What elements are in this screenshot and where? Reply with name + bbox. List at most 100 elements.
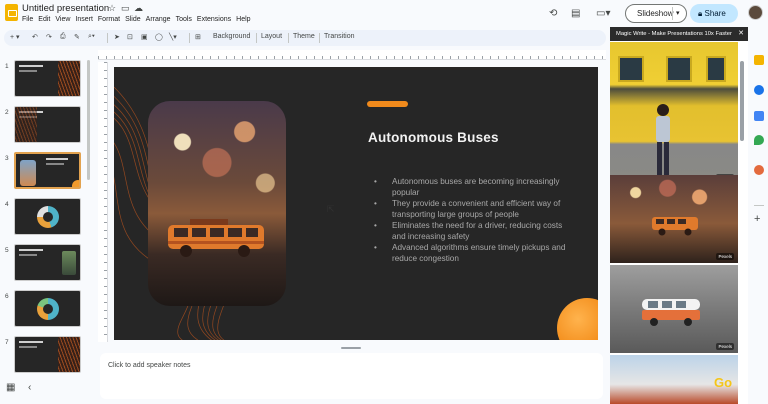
new-slide-icon[interactable]: + ▾ xyxy=(10,33,20,41)
person-figure xyxy=(656,104,670,176)
text-box-icon[interactable]: ⊡ xyxy=(127,33,133,41)
menu-arrange[interactable]: Arrange xyxy=(146,16,171,23)
menu-bar: File Edit View Insert Format Slide Arrange Tool… xyxy=(22,16,256,23)
share-label: Share xyxy=(704,9,726,18)
video-call-icon[interactable]: ▭▾ xyxy=(596,8,610,19)
result-source-tag: Pexels xyxy=(716,343,734,350)
select-icon[interactable]: ➤ xyxy=(114,33,120,41)
comment-icon[interactable]: ▤ xyxy=(571,8,580,19)
image-result[interactable]: Pexels xyxy=(610,42,738,184)
image-result[interactable]: Go xyxy=(610,355,738,404)
image-icon[interactable]: ▣ xyxy=(141,33,148,41)
horizontal-ruler xyxy=(98,50,606,60)
result-source-tag: Pexels xyxy=(716,253,734,260)
cloud-icon[interactable]: ☁ xyxy=(134,3,143,14)
history-icon[interactable]: ⟲ xyxy=(549,8,557,19)
slide-number: 6 xyxy=(5,293,9,300)
panel-title: Magic Write - Make Presentations 10x Fas… xyxy=(616,31,732,37)
menu-format[interactable]: Format xyxy=(98,16,120,23)
panel-scrollbar[interactable] xyxy=(740,61,744,141)
undo-icon[interactable]: ↶ xyxy=(32,33,38,41)
bullet-item: Eliminates the need for a driver, reduci… xyxy=(374,220,574,242)
shape-icon[interactable]: ◯ xyxy=(155,33,163,41)
slide-bullets[interactable]: Autonomous buses are becoming increasing… xyxy=(374,176,574,264)
slide-number: 3 xyxy=(5,155,9,162)
menu-extensions[interactable]: Extensions xyxy=(197,16,231,23)
slide-canvas[interactable]: Autonomous Buses Autonomous buses are be… xyxy=(114,67,598,340)
slide-thumbnail[interactable] xyxy=(14,336,81,373)
tasks-icon[interactable] xyxy=(754,85,764,95)
bus-window xyxy=(706,56,726,82)
document-title[interactable]: Untitled presentation xyxy=(22,3,109,14)
theme-button[interactable]: Theme xyxy=(293,33,315,40)
filmstrip-scrollbar[interactable] xyxy=(87,60,90,180)
side-rail: + › xyxy=(750,27,768,404)
menu-view[interactable]: View xyxy=(55,16,70,23)
add-on-icon[interactable] xyxy=(754,165,764,175)
menu-tools[interactable]: Tools xyxy=(176,16,192,23)
divider xyxy=(754,205,764,206)
slideshow-button[interactable]: Slideshow ▾ xyxy=(625,4,687,23)
speaker-notes-placeholder: Click to add speaker notes xyxy=(108,362,191,369)
star-icon[interactable]: ☆ xyxy=(108,3,116,14)
mouse-cursor-icon: ⇱ xyxy=(327,204,335,214)
grid-view-icon[interactable]: ▦ xyxy=(6,382,15,393)
contacts-icon[interactable] xyxy=(754,111,764,121)
thumbnail-2[interactable]: 2 xyxy=(0,106,92,146)
folder-icon[interactable]: ▭ xyxy=(121,3,130,14)
decorative-orb xyxy=(557,298,598,340)
menu-slide[interactable]: Slide xyxy=(125,16,141,23)
slide-title[interactable]: Autonomous Buses xyxy=(368,130,499,145)
slide-filmstrip: 1 2 3 4 5 6 7 xyxy=(0,56,92,376)
toy-bus-image xyxy=(652,217,698,236)
redo-icon[interactable]: ↷ xyxy=(46,33,52,41)
print-icon[interactable]: ⎙ xyxy=(60,33,66,41)
image-result[interactable]: Pexels xyxy=(610,175,738,263)
menu-help[interactable]: Help xyxy=(236,16,250,23)
slide-number: 1 xyxy=(5,63,9,70)
close-icon[interactable]: ✕ xyxy=(738,27,744,41)
magic-write-panel: Magic Write - Make Presentations 10x Fas… xyxy=(610,27,748,404)
bullet-item: Autonomous buses are becoming increasing… xyxy=(374,176,574,198)
add-icon[interactable]: + xyxy=(754,213,760,225)
line-icon[interactable]: ╲▾ xyxy=(169,33,177,41)
slide-number: 4 xyxy=(5,201,9,208)
maps-icon[interactable] xyxy=(754,135,764,145)
slide-thumbnail[interactable] xyxy=(14,60,81,97)
notes-resize-handle[interactable] xyxy=(341,347,361,349)
vw-van-image xyxy=(642,299,700,326)
comment-add-icon[interactable]: ⊞ xyxy=(195,33,201,41)
slide-thumbnail[interactable] xyxy=(14,106,81,143)
keep-icon[interactable] xyxy=(754,55,764,65)
thumbnail-1[interactable]: 1 xyxy=(0,60,92,100)
transition-button[interactable]: Transition xyxy=(324,33,354,40)
slide-thumbnail[interactable] xyxy=(14,244,81,281)
speaker-notes[interactable]: Click to add speaker notes xyxy=(100,353,603,399)
menu-insert[interactable]: Insert xyxy=(75,16,93,23)
slides-logo[interactable] xyxy=(5,4,18,21)
toy-bus-image xyxy=(168,219,264,257)
slide-thumbnail[interactable] xyxy=(14,290,81,327)
thumbnail-4[interactable]: 4 xyxy=(0,198,92,238)
bus-window xyxy=(666,56,692,82)
slide-thumbnail-selected[interactable] xyxy=(14,152,81,189)
menu-file[interactable]: File xyxy=(22,16,33,23)
avatar[interactable] xyxy=(748,5,763,20)
image-result[interactable]: Pexels xyxy=(610,265,738,353)
zoom-icon[interactable]: ⌕▾ xyxy=(88,33,95,41)
chevron-left-icon[interactable]: ‹ xyxy=(28,382,31,393)
bullet-item: They provide a convenient and efficient … xyxy=(374,198,574,220)
background-button[interactable]: Background xyxy=(213,33,250,40)
thumbnail-3[interactable]: 3 xyxy=(0,152,92,192)
slide-number: 2 xyxy=(5,109,9,116)
share-button[interactable]: 🔒︎ Share xyxy=(690,4,738,23)
thumbnail-7[interactable]: 7 xyxy=(0,336,92,376)
bus-photo[interactable] xyxy=(148,101,286,306)
paint-format-icon[interactable]: ✎ xyxy=(74,33,80,41)
menu-edit[interactable]: Edit xyxy=(38,16,50,23)
thumbnail-6[interactable]: 6 xyxy=(0,290,92,330)
chevron-down-icon[interactable]: ▾ xyxy=(676,5,680,22)
slide-thumbnail[interactable] xyxy=(14,198,81,235)
layout-button[interactable]: Layout xyxy=(261,33,282,40)
thumbnail-5[interactable]: 5 xyxy=(0,244,92,284)
